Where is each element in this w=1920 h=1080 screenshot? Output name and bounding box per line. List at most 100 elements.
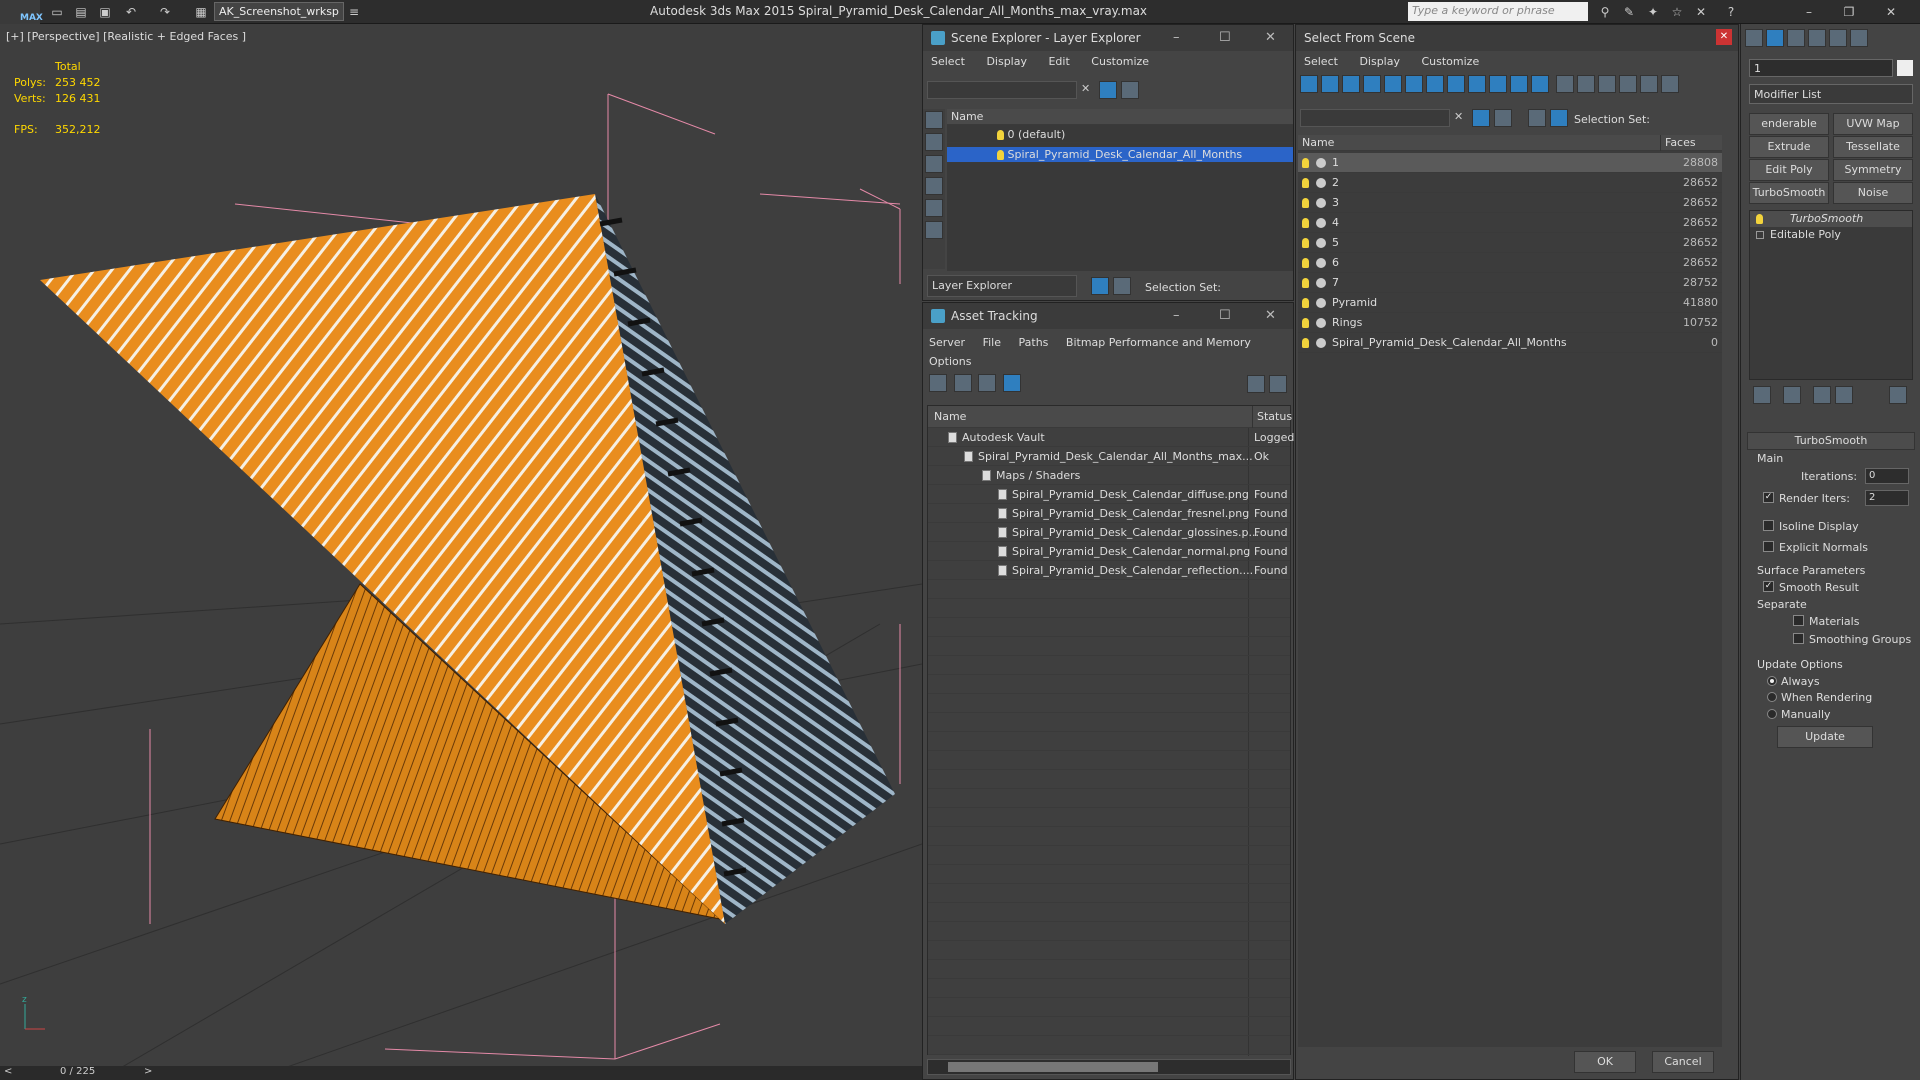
modify-tab-icon[interactable] bbox=[1766, 29, 1784, 47]
menu-customize[interactable]: Customize bbox=[1091, 55, 1149, 68]
extrude-button[interactable]: Extrude bbox=[1749, 136, 1829, 158]
smoothing-groups-checkbox[interactable] bbox=[1793, 633, 1804, 644]
manually-radio[interactable] bbox=[1767, 709, 1777, 719]
workspace-menu-icon[interactable]: ≡ bbox=[345, 3, 363, 21]
column-name[interactable]: Name bbox=[1302, 135, 1334, 151]
object-row[interactable]: 5 28652 bbox=[1298, 233, 1722, 253]
refresh-icon[interactable] bbox=[929, 374, 947, 392]
timeline-prev-icon[interactable]: < bbox=[4, 1066, 12, 1077]
select-all-icon[interactable] bbox=[1555, 75, 1574, 93]
display-spacewarps-icon[interactable] bbox=[925, 221, 943, 239]
menu-bitmap-performance[interactable]: Bitmap Performance and Memory bbox=[1066, 336, 1251, 349]
asset-row[interactable]: Spiral_Pyramid_Desk_Calendar_normal.png F… bbox=[928, 542, 1290, 561]
create-tab-icon[interactable] bbox=[1745, 29, 1763, 47]
scrollbar-thumb[interactable] bbox=[948, 1062, 1158, 1072]
object-row[interactable]: 3 28652 bbox=[1298, 193, 1722, 213]
time-slider[interactable]: < 0 / 225 > bbox=[0, 1066, 922, 1080]
help-icon[interactable] bbox=[1247, 375, 1265, 393]
filter-icon[interactable] bbox=[1472, 109, 1490, 127]
column-status[interactable]: Status bbox=[1252, 406, 1292, 428]
timeline-next-icon[interactable]: > bbox=[144, 1066, 152, 1077]
asset-row[interactable]: Spiral_Pyramid_Desk_Calendar_fresnel.png… bbox=[928, 504, 1290, 523]
hierarchy-icon[interactable] bbox=[1113, 277, 1131, 295]
select-invert-icon[interactable] bbox=[1597, 75, 1616, 93]
turbosmooth-rollout-header[interactable]: TurboSmooth bbox=[1747, 432, 1915, 450]
maximize-icon[interactable]: ❐ bbox=[1840, 3, 1858, 21]
object-row[interactable]: 4 28652 bbox=[1298, 213, 1722, 233]
minimize-icon[interactable]: – bbox=[1173, 308, 1180, 323]
help-icon[interactable]: ? bbox=[1722, 3, 1740, 21]
app-logo[interactable]: MAX bbox=[0, 0, 43, 24]
filter-cameras-icon[interactable] bbox=[1363, 75, 1381, 93]
render-iters-checkbox[interactable]: ✓ bbox=[1763, 492, 1774, 503]
menu-options[interactable]: Options bbox=[929, 355, 971, 368]
close-icon[interactable]: ✕ bbox=[1716, 29, 1732, 45]
object-row[interactable]: 2 28652 bbox=[1298, 173, 1722, 193]
motion-tab-icon[interactable] bbox=[1808, 29, 1826, 47]
maximize-icon[interactable]: ☐ bbox=[1219, 30, 1231, 45]
table-view-icon[interactable] bbox=[1002, 374, 1021, 392]
object-row[interactable]: 7 28752 bbox=[1298, 273, 1722, 293]
object-color-swatch[interactable] bbox=[1897, 60, 1913, 76]
filter-geometry-icon[interactable] bbox=[1300, 75, 1318, 93]
object-name-field[interactable]: 1 bbox=[1749, 59, 1893, 77]
symmetry-button[interactable]: Symmetry bbox=[1833, 159, 1913, 181]
redo-icon[interactable]: ↷ bbox=[156, 3, 174, 21]
filter-lights-icon[interactable] bbox=[1342, 75, 1360, 93]
filter-frozen-icon[interactable] bbox=[1510, 75, 1528, 93]
close-icon[interactable]: ✕ bbox=[1265, 30, 1276, 45]
column-faces[interactable]: Faces bbox=[1660, 135, 1722, 151]
hierarchy-icon[interactable] bbox=[1550, 109, 1568, 127]
modifier-list-dropdown[interactable]: Modifier List bbox=[1749, 84, 1913, 104]
light-bulb-icon[interactable] bbox=[1302, 198, 1309, 208]
asset-tracking-titlebar[interactable]: Asset Tracking – ☐ ✕ bbox=[923, 303, 1293, 329]
menu-edit[interactable]: Edit bbox=[1048, 55, 1069, 68]
column-name[interactable]: Name bbox=[947, 109, 1293, 125]
exchange-icon[interactable]: ✕ bbox=[1692, 3, 1710, 21]
minimize-icon[interactable]: – bbox=[1173, 30, 1180, 45]
expand-icon[interactable] bbox=[1756, 231, 1764, 239]
tools-icon[interactable]: ✎ bbox=[1620, 3, 1638, 21]
subscription-icon[interactable]: ✦ bbox=[1644, 3, 1662, 21]
viewport-label[interactable]: [+] [Perspective] [Realistic + Edged Fac… bbox=[6, 30, 246, 43]
renderable-spline-button[interactable]: enderable Spli bbox=[1749, 113, 1829, 150]
object-row[interactable]: 6 28652 bbox=[1298, 253, 1722, 273]
maximize-icon[interactable]: ☐ bbox=[1219, 308, 1231, 323]
menu-server[interactable]: Server bbox=[929, 336, 965, 349]
object-row[interactable]: Rings 10752 bbox=[1298, 313, 1722, 333]
layer-filter-icon[interactable] bbox=[1494, 109, 1512, 127]
filter-groups-icon[interactable] bbox=[1426, 75, 1444, 93]
undo-icon[interactable]: ↶ bbox=[122, 3, 140, 21]
noise-button[interactable]: Noise bbox=[1833, 182, 1913, 204]
hierarchy-tab-icon[interactable] bbox=[1787, 29, 1805, 47]
configure-sets-icon[interactable] bbox=[1889, 386, 1907, 404]
show-end-result-icon[interactable] bbox=[1783, 386, 1801, 404]
settings-icon[interactable] bbox=[1269, 375, 1287, 393]
asset-row[interactable]: Maps / Shaders bbox=[928, 466, 1290, 485]
light-bulb-icon[interactable] bbox=[1302, 238, 1309, 248]
filter-bones-icon[interactable] bbox=[1468, 75, 1486, 93]
ok-button[interactable]: OK bbox=[1574, 1051, 1636, 1073]
filter-spacewarps-icon[interactable] bbox=[1405, 75, 1423, 93]
object-row[interactable]: 1 28808 bbox=[1298, 153, 1722, 173]
display-helpers-icon[interactable] bbox=[925, 199, 943, 217]
display-tab-icon[interactable] bbox=[1829, 29, 1847, 47]
display-geometry-icon[interactable] bbox=[925, 111, 943, 129]
pin-stack-icon[interactable] bbox=[1753, 386, 1771, 404]
materials-checkbox[interactable] bbox=[1793, 615, 1804, 626]
open-icon[interactable]: ▤ bbox=[72, 3, 90, 21]
cancel-button[interactable]: Cancel bbox=[1652, 1051, 1714, 1073]
light-bulb-icon[interactable] bbox=[1302, 158, 1309, 168]
explicit-normals-checkbox[interactable] bbox=[1763, 541, 1774, 552]
filter-hidden-icon[interactable] bbox=[1531, 75, 1549, 93]
asset-row[interactable]: Spiral_Pyramid_Desk_Calendar_glossines.p… bbox=[928, 523, 1290, 542]
asset-row[interactable]: Autodesk Vault Logged bbox=[928, 428, 1294, 447]
light-bulb-icon[interactable] bbox=[1302, 218, 1309, 228]
light-bulb-icon[interactable] bbox=[997, 150, 1004, 160]
iterations-spinner[interactable]: 0 bbox=[1865, 468, 1909, 484]
hierarchy-filter-icon[interactable] bbox=[1639, 75, 1658, 93]
light-bulb-icon[interactable] bbox=[1756, 214, 1763, 224]
remove-modifier-icon[interactable] bbox=[1835, 386, 1853, 404]
clear-search-icon[interactable]: ✕ bbox=[1081, 82, 1090, 95]
smooth-result-checkbox[interactable]: ✓ bbox=[1763, 581, 1774, 592]
